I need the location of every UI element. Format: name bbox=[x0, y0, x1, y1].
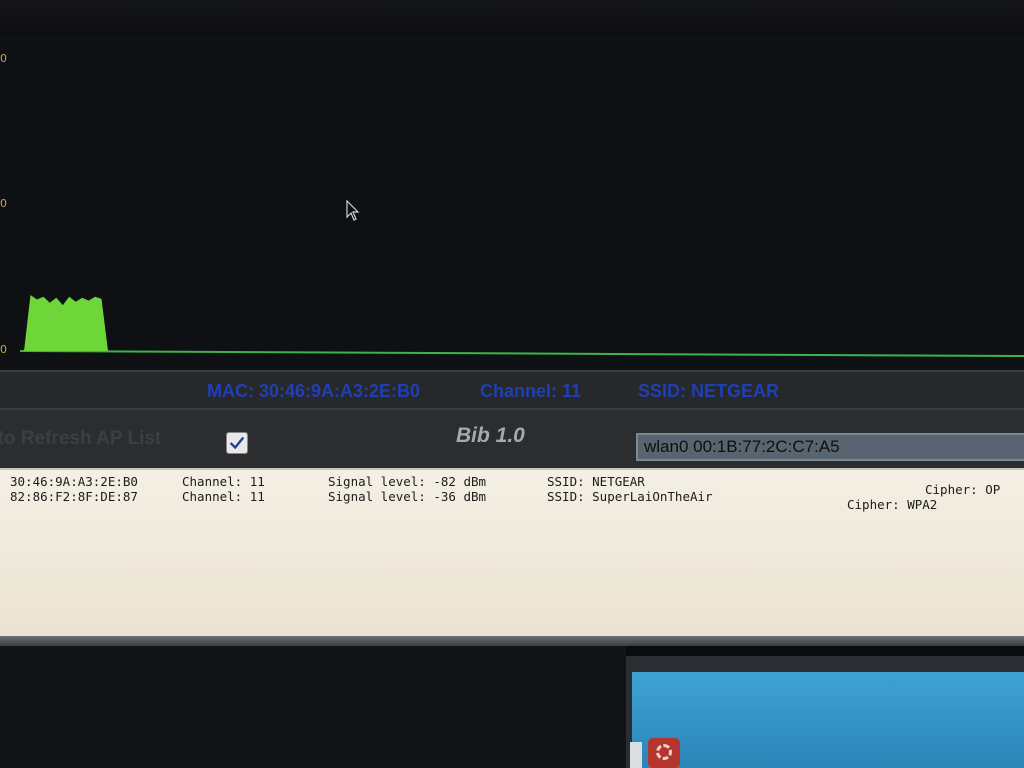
desktop-background bbox=[0, 646, 626, 768]
window-top-edge bbox=[0, 0, 1024, 34]
selected-ap-status-bar: MAC: 30:46:9A:A3:2E:B0 Channel: 11 SSID:… bbox=[0, 370, 1024, 410]
ap-cipher: Cipher: WPA2 bbox=[847, 497, 938, 512]
interface-selector[interactable]: wlan0 00:1B:77:2C:C7:A5 bbox=[636, 433, 1024, 461]
auto-refresh-label: uto Refresh AP List bbox=[0, 428, 162, 449]
ap-cipher: Cipher: OP bbox=[925, 482, 1001, 497]
app-title: Bib 1.0 bbox=[456, 424, 525, 447]
ap-channel: Channel: 11 bbox=[182, 489, 265, 504]
gear-icon bbox=[656, 744, 672, 760]
ap-signal-level: Signal level: -36 dBm bbox=[328, 489, 487, 504]
window-bottom-border bbox=[0, 636, 1024, 646]
status-ssid: SSID: NETGEAR bbox=[638, 381, 780, 401]
ap-mac: 30:46:9A:A3:2E:B0 bbox=[10, 474, 138, 489]
auto-refresh-checkbox[interactable] bbox=[226, 432, 248, 454]
mouse-pointer-icon bbox=[346, 200, 360, 221]
ap-ssid: SSID: SuperLaiOnTheAir bbox=[547, 489, 713, 504]
status-channel: Channel: 11 bbox=[480, 381, 582, 401]
graph-baseline bbox=[19, 350, 1024, 357]
background-window bbox=[632, 672, 1024, 768]
ap-list[interactable]: 30:46:9A:A3:2E:B0 Channel: 11 Signal lev… bbox=[0, 468, 1024, 636]
checkmark-icon bbox=[229, 436, 245, 450]
screen: 0 0 0 MAC: 30:46:9A:A3:2E:B0 Channel: 11… bbox=[0, 0, 1024, 768]
ap-ssid: SSID: NETGEAR bbox=[547, 474, 645, 489]
taskbar-tab[interactable] bbox=[630, 742, 642, 768]
signal-graph bbox=[19, 295, 1024, 357]
ap-channel: Channel: 11 bbox=[182, 474, 265, 489]
signal-graph-panel: 0 0 0 bbox=[0, 34, 1024, 370]
signal-strength-trace bbox=[24, 295, 108, 351]
ap-mac: 82:86:F2:8F:DE:87 bbox=[10, 489, 138, 504]
status-mac: MAC: 30:46:9A:A3:2E:B0 bbox=[207, 381, 421, 401]
ap-signal-level: Signal level: -82 dBm bbox=[328, 474, 487, 489]
toolbar: uto Refresh AP List Bib 1.0 wlan0 00:1B:… bbox=[0, 410, 1024, 468]
